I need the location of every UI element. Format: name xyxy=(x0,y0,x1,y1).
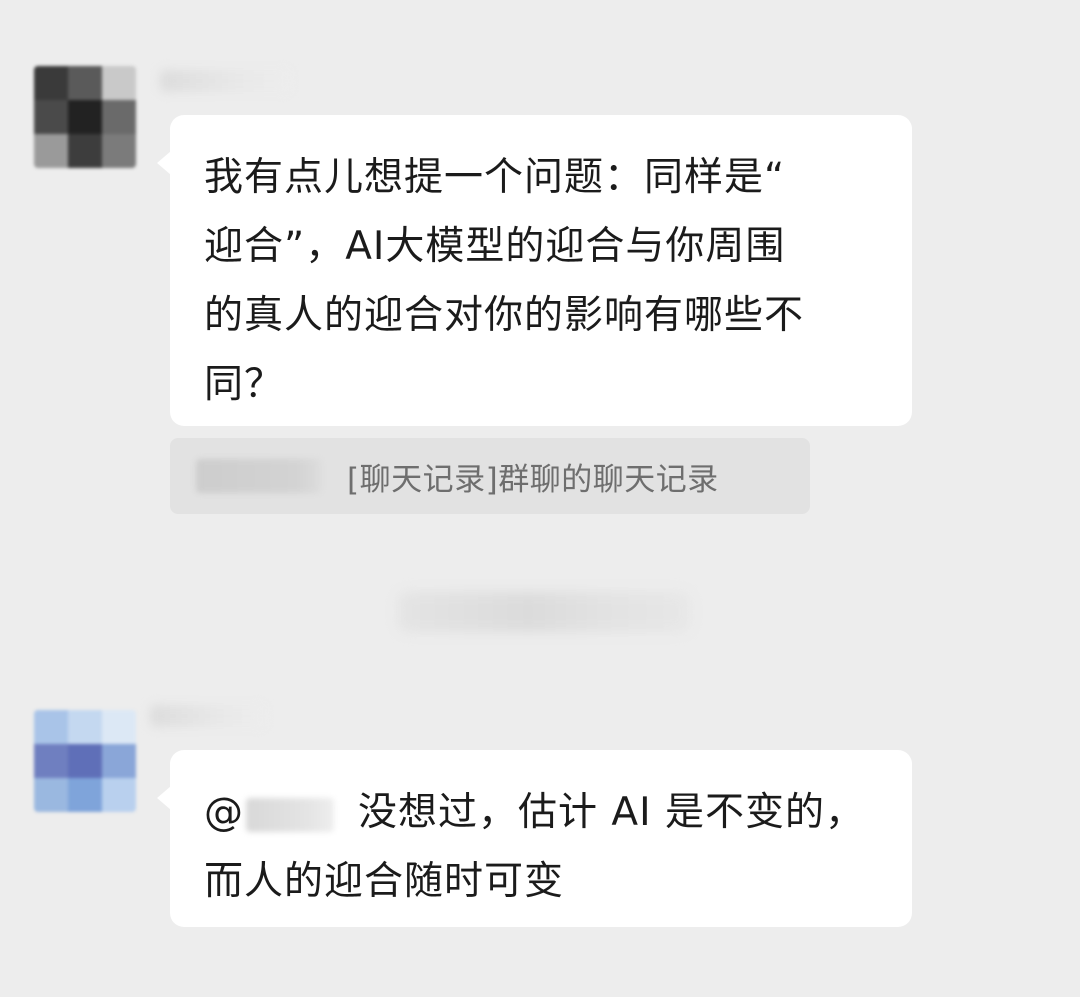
quoted-message[interactable]: [聊天记录]群聊的聊天记录 xyxy=(170,438,810,514)
quoted-message-label: [聊天记录]群聊的聊天记录 xyxy=(347,461,719,498)
message-line: 而人的迎合随时可变 xyxy=(204,859,565,904)
message-line: 的真人的迎合对你的影响有哪些不 xyxy=(204,293,805,338)
quoted-sender-redacted xyxy=(196,459,321,493)
mention-name-redacted xyxy=(246,797,334,832)
message-bubble[interactable]: @ 没想过，估计 AI 是不变的， 而人的迎合随时可变 xyxy=(157,750,912,927)
mention[interactable]: @ xyxy=(204,790,244,835)
timestamp-redacted xyxy=(398,592,690,632)
message-line: 同？ xyxy=(204,362,285,407)
message-line: 我有点儿想提一个问题：同样是“ xyxy=(204,155,786,200)
avatar[interactable] xyxy=(34,710,136,812)
sender-name-redacted xyxy=(160,70,290,92)
avatar[interactable] xyxy=(34,66,136,168)
message-text: 没想过，估计 AI 是不变的， xyxy=(358,790,865,835)
message-line: @ 没想过，估计 AI 是不变的， xyxy=(204,778,882,847)
sender-name-redacted xyxy=(150,705,265,727)
message-line: 迎合”，AI大模型的迎合与你周围 xyxy=(204,224,786,269)
message-bubble[interactable]: 我有点儿想提一个问题：同样是“ 迎合”，AI大模型的迎合与你周围 的真人的迎合对… xyxy=(157,115,912,426)
